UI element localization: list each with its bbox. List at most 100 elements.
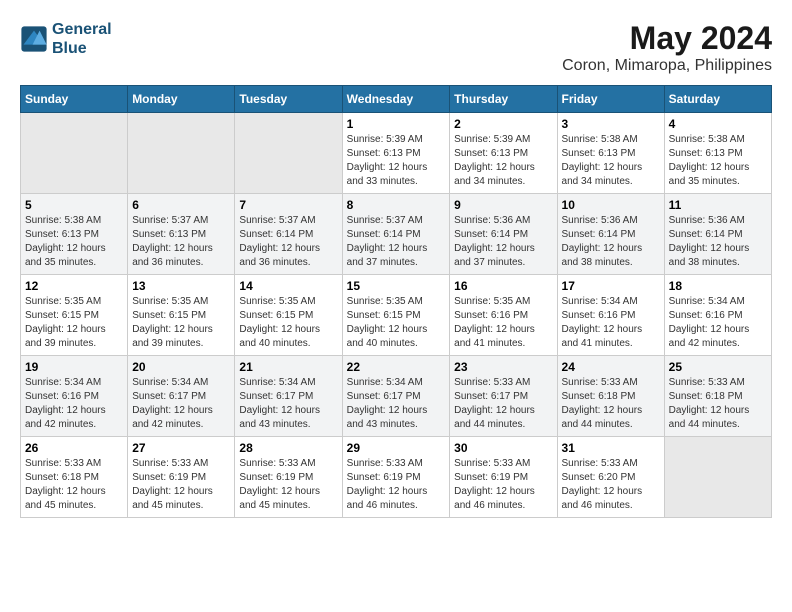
calendar-cell: 15Sunrise: 5:35 AM Sunset: 6:15 PM Dayli… xyxy=(342,275,450,356)
day-number: 3 xyxy=(562,117,660,131)
logo-icon xyxy=(20,25,48,53)
day-info: Sunrise: 5:34 AM Sunset: 6:16 PM Dayligh… xyxy=(25,376,123,432)
day-number: 16 xyxy=(454,279,552,293)
day-number: 17 xyxy=(562,279,660,293)
day-number: 6 xyxy=(132,198,230,212)
day-info: Sunrise: 5:38 AM Sunset: 6:13 PM Dayligh… xyxy=(669,133,767,189)
day-number: 14 xyxy=(239,279,337,293)
logo-text: General Blue xyxy=(52,20,112,58)
day-info: Sunrise: 5:33 AM Sunset: 6:18 PM Dayligh… xyxy=(562,376,660,432)
calendar-cell: 23 Sunrise: 5:33 AM Sunset: 6:17 PM Dayli… xyxy=(450,356,557,437)
day-header-monday: Monday xyxy=(128,86,235,113)
day-info: Sunrise: 5:37 AM Sunset: 6:14 PM Dayligh… xyxy=(239,214,337,270)
calendar-cell: 29Sunrise: 5:33 AM Sunset: 6:19 PM Dayli… xyxy=(342,437,450,518)
calendar-cell: 12Sunrise: 5:35 AM Sunset: 6:15 PM Dayli… xyxy=(21,275,128,356)
calendar-cell: 27 Sunrise: 5:33 AM Sunset: 6:19 PM Dayli… xyxy=(128,437,235,518)
logo-line2: Blue xyxy=(52,40,87,57)
calendar-cell: 3 Sunrise: 5:38 AM Sunset: 6:13 PM Daylig… xyxy=(557,113,664,194)
day-number: 23 xyxy=(454,360,552,374)
calendar-cell: 24 Sunrise: 5:33 AM Sunset: 6:18 PM Dayli… xyxy=(557,356,664,437)
page-title: May 2024 xyxy=(562,20,772,57)
calendar-cell: 17Sunrise: 5:34 AM Sunset: 6:16 PM Dayli… xyxy=(557,275,664,356)
day-info: Sunrise: 5:36 AM Sunset: 6:14 PM Dayligh… xyxy=(454,214,552,270)
logo: General Blue xyxy=(20,20,112,58)
calendar-cell: 1Sunrise: 5:39 AM Sunset: 6:13 PM Daylig… xyxy=(342,113,450,194)
day-info: Sunrise: 5:34 AM Sunset: 6:17 PM Dayligh… xyxy=(132,376,230,432)
day-number: 11 xyxy=(669,198,767,212)
day-number: 2 xyxy=(454,117,552,131)
calendar-cell: 9 Sunrise: 5:36 AM Sunset: 6:14 PM Daylig… xyxy=(450,194,557,275)
page-header: General Blue May 2024 Coron, Mimaropa, P… xyxy=(20,20,772,75)
day-info: Sunrise: 5:33 AM Sunset: 6:19 PM Dayligh… xyxy=(454,457,552,513)
day-info: Sunrise: 5:33 AM Sunset: 6:19 PM Dayligh… xyxy=(132,457,230,513)
day-number: 15 xyxy=(347,279,446,293)
calendar-cell: 21Sunrise: 5:34 AM Sunset: 6:17 PM Dayli… xyxy=(235,356,342,437)
day-info: Sunrise: 5:34 AM Sunset: 6:16 PM Dayligh… xyxy=(669,295,767,351)
day-number: 30 xyxy=(454,441,552,455)
day-info: Sunrise: 5:33 AM Sunset: 6:18 PM Dayligh… xyxy=(669,376,767,432)
day-number: 8 xyxy=(347,198,446,212)
calendar-cell: 2 Sunrise: 5:39 AM Sunset: 6:13 PM Daylig… xyxy=(450,113,557,194)
day-info: Sunrise: 5:38 AM Sunset: 6:13 PM Dayligh… xyxy=(25,214,123,270)
calendar-cell: 20 Sunrise: 5:34 AM Sunset: 6:17 PM Dayli… xyxy=(128,356,235,437)
week-row-1: 1Sunrise: 5:39 AM Sunset: 6:13 PM Daylig… xyxy=(21,113,772,194)
day-number: 10 xyxy=(562,198,660,212)
day-info: Sunrise: 5:35 AM Sunset: 6:15 PM Dayligh… xyxy=(132,295,230,351)
day-info: Sunrise: 5:39 AM Sunset: 6:13 PM Dayligh… xyxy=(347,133,446,189)
day-number: 21 xyxy=(239,360,337,374)
week-row-5: 26 Sunrise: 5:33 AM Sunset: 6:18 PM Dayli… xyxy=(21,437,772,518)
header-row: SundayMondayTuesdayWednesdayThursdayFrid… xyxy=(21,86,772,113)
day-number: 31 xyxy=(562,441,660,455)
day-number: 13 xyxy=(132,279,230,293)
day-info: Sunrise: 5:35 AM Sunset: 6:16 PM Dayligh… xyxy=(454,295,552,351)
day-header-thursday: Thursday xyxy=(450,86,557,113)
calendar-cell: 5 Sunrise: 5:38 AM Sunset: 6:13 PM Daylig… xyxy=(21,194,128,275)
day-info: Sunrise: 5:33 AM Sunset: 6:19 PM Dayligh… xyxy=(239,457,337,513)
day-info: Sunrise: 5:36 AM Sunset: 6:14 PM Dayligh… xyxy=(562,214,660,270)
logo-line1: General xyxy=(52,21,112,38)
day-header-tuesday: Tuesday xyxy=(235,86,342,113)
day-number: 29 xyxy=(347,441,446,455)
calendar-cell: 18Sunrise: 5:34 AM Sunset: 6:16 PM Dayli… xyxy=(664,275,771,356)
week-row-4: 19Sunrise: 5:34 AM Sunset: 6:16 PM Dayli… xyxy=(21,356,772,437)
day-info: Sunrise: 5:33 AM Sunset: 6:20 PM Dayligh… xyxy=(562,457,660,513)
week-row-3: 12Sunrise: 5:35 AM Sunset: 6:15 PM Dayli… xyxy=(21,275,772,356)
calendar-cell xyxy=(128,113,235,194)
day-info: Sunrise: 5:33 AM Sunset: 6:17 PM Dayligh… xyxy=(454,376,552,432)
calendar-cell: 10 Sunrise: 5:36 AM Sunset: 6:14 PM Dayli… xyxy=(557,194,664,275)
calendar-cell: 6 Sunrise: 5:37 AM Sunset: 6:13 PM Daylig… xyxy=(128,194,235,275)
calendar-cell: 7 Sunrise: 5:37 AM Sunset: 6:14 PM Daylig… xyxy=(235,194,342,275)
day-info: Sunrise: 5:39 AM Sunset: 6:13 PM Dayligh… xyxy=(454,133,552,189)
page-subtitle: Coron, Mimaropa, Philippines xyxy=(562,57,772,75)
calendar-cell: 25Sunrise: 5:33 AM Sunset: 6:18 PM Dayli… xyxy=(664,356,771,437)
day-number: 5 xyxy=(25,198,123,212)
calendar-cell: 16 Sunrise: 5:35 AM Sunset: 6:16 PM Dayli… xyxy=(450,275,557,356)
day-number: 9 xyxy=(454,198,552,212)
day-number: 4 xyxy=(669,117,767,131)
day-header-friday: Friday xyxy=(557,86,664,113)
calendar-cell xyxy=(235,113,342,194)
calendar-cell: 30 Sunrise: 5:33 AM Sunset: 6:19 PM Dayli… xyxy=(450,437,557,518)
day-info: Sunrise: 5:37 AM Sunset: 6:14 PM Dayligh… xyxy=(347,214,446,270)
day-header-wednesday: Wednesday xyxy=(342,86,450,113)
day-number: 20 xyxy=(132,360,230,374)
calendar-cell xyxy=(664,437,771,518)
day-number: 27 xyxy=(132,441,230,455)
day-info: Sunrise: 5:34 AM Sunset: 6:17 PM Dayligh… xyxy=(347,376,446,432)
calendar-cell: 11 Sunrise: 5:36 AM Sunset: 6:14 PM Dayli… xyxy=(664,194,771,275)
day-number: 26 xyxy=(25,441,123,455)
calendar-cell: 19Sunrise: 5:34 AM Sunset: 6:16 PM Dayli… xyxy=(21,356,128,437)
day-info: Sunrise: 5:38 AM Sunset: 6:13 PM Dayligh… xyxy=(562,133,660,189)
day-info: Sunrise: 5:37 AM Sunset: 6:13 PM Dayligh… xyxy=(132,214,230,270)
day-number: 24 xyxy=(562,360,660,374)
calendar-cell: 31 Sunrise: 5:33 AM Sunset: 6:20 PM Dayli… xyxy=(557,437,664,518)
day-info: Sunrise: 5:33 AM Sunset: 6:18 PM Dayligh… xyxy=(25,457,123,513)
day-number: 28 xyxy=(239,441,337,455)
calendar-cell: 22Sunrise: 5:34 AM Sunset: 6:17 PM Dayli… xyxy=(342,356,450,437)
day-info: Sunrise: 5:35 AM Sunset: 6:15 PM Dayligh… xyxy=(25,295,123,351)
day-info: Sunrise: 5:35 AM Sunset: 6:15 PM Dayligh… xyxy=(239,295,337,351)
day-number: 7 xyxy=(239,198,337,212)
calendar-cell: 26 Sunrise: 5:33 AM Sunset: 6:18 PM Dayli… xyxy=(21,437,128,518)
calendar-cell: 8 Sunrise: 5:37 AM Sunset: 6:14 PM Daylig… xyxy=(342,194,450,275)
day-info: Sunrise: 5:36 AM Sunset: 6:14 PM Dayligh… xyxy=(669,214,767,270)
